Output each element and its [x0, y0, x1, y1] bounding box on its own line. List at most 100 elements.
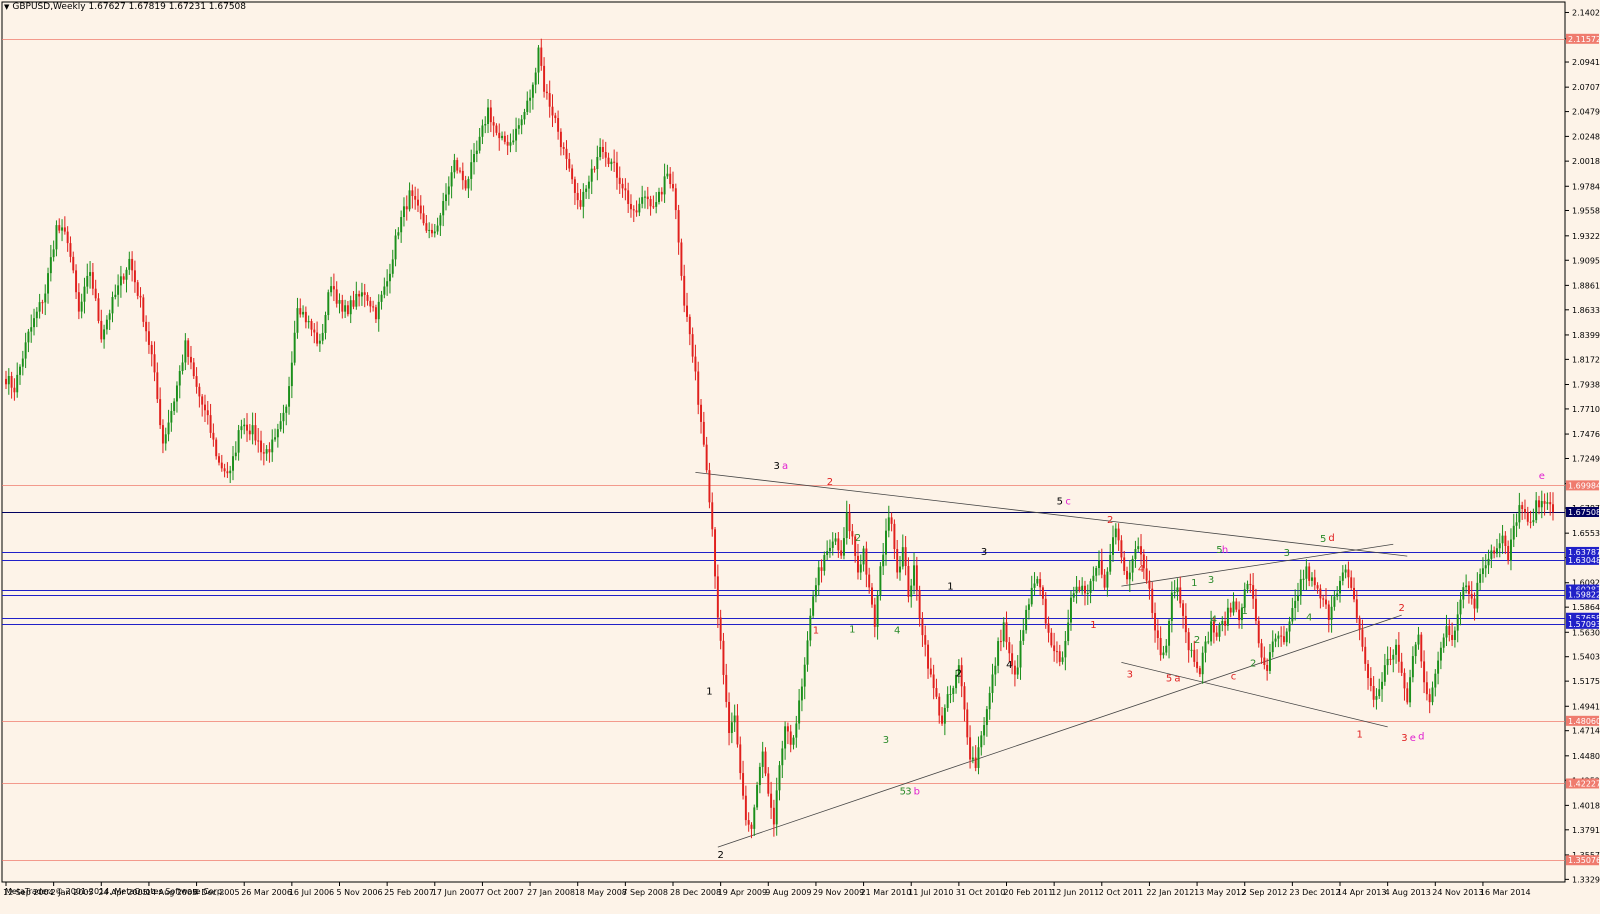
trendline[interactable]: [695, 471, 1408, 557]
candle-body: [1518, 505, 1521, 523]
candle-body: [142, 297, 145, 322]
candle-body: [372, 306, 375, 308]
candle-body: [450, 172, 453, 187]
chart-window[interactable]: ▼ GBPUSD,Weekly 1.67627 1.67819 1.67231 …: [0, 0, 1600, 914]
candle-body: [288, 386, 291, 407]
candle-body: [1355, 599, 1358, 618]
candle-body: [1114, 528, 1117, 538]
candle-body: [876, 595, 879, 627]
candle-body: [618, 177, 621, 184]
wave-label: a: [1174, 674, 1180, 685]
candle-body: [1311, 577, 1313, 581]
candle-body: [730, 722, 733, 734]
wave-label: 2: [717, 850, 723, 861]
candle-body: [313, 329, 316, 333]
candle-body: [775, 790, 778, 825]
wave-label: 4: [1306, 613, 1312, 624]
candle-body: [223, 468, 226, 472]
candle-body: [307, 321, 310, 323]
candle-body: [1123, 557, 1126, 571]
candle-body: [1296, 595, 1299, 601]
candle-body: [1476, 582, 1479, 609]
candle-body: [1490, 550, 1493, 559]
wave-label: 5: [1166, 674, 1172, 685]
candle-body: [1372, 686, 1375, 700]
candle-body: [69, 243, 72, 257]
candle-body: [178, 371, 181, 386]
candle-body: [173, 401, 176, 412]
time-tick-label: 26 Mar 2006: [241, 888, 292, 897]
candle-body: [150, 344, 153, 355]
candle-body: [89, 272, 92, 276]
candle-body: [1112, 537, 1114, 555]
candle-body: [1465, 585, 1468, 588]
price-chart[interactable]: 3 a25 c25 de23 5 h 341 1 311 4 114 422243 5 a c213 1 3 e d…: [0, 0, 1600, 914]
candle-body: [1316, 585, 1319, 589]
candle-body: [700, 404, 703, 422]
candle-body: [1453, 630, 1456, 641]
candle-body: [21, 358, 24, 367]
candle-body: [789, 731, 792, 745]
candle-body: [27, 331, 30, 343]
candle-body: [1294, 600, 1297, 609]
candle-body: [316, 332, 319, 344]
candle-body: [1246, 583, 1249, 590]
time-tick-label: 17 Jun 2007: [432, 888, 480, 897]
candle-body: [321, 332, 324, 341]
candle-body: [246, 424, 248, 431]
candle-body: [35, 311, 38, 319]
dropdown-triangle-icon[interactable]: ▼: [4, 3, 9, 11]
candle-body: [1013, 665, 1016, 675]
candle-body: [117, 285, 120, 295]
candle-body: [7, 375, 10, 385]
candle-body: [1229, 607, 1232, 613]
candle-body: [13, 387, 16, 393]
candle-body: [1151, 588, 1154, 613]
candle-body: [672, 184, 674, 189]
candle-body: [652, 206, 655, 208]
wave-label: 1: [1191, 578, 1197, 589]
candle-body: [1431, 687, 1434, 703]
candle-body: [1467, 585, 1470, 594]
candle-body: [1487, 558, 1490, 566]
candle-body: [453, 160, 456, 173]
level-price-label: 1.42227: [1568, 779, 1600, 788]
candle-body: [938, 696, 941, 716]
candle-body: [983, 725, 986, 736]
candle-body: [1002, 622, 1005, 642]
candle-body: [1218, 624, 1221, 637]
candle-body: [1137, 546, 1140, 550]
trendline[interactable]: [1121, 543, 1394, 587]
candle-body: [509, 142, 512, 146]
candle-body: [386, 281, 389, 287]
candle-body: [568, 158, 571, 169]
candle-body: [1291, 608, 1294, 622]
trendline[interactable]: [1121, 662, 1388, 728]
candle-body: [643, 196, 646, 198]
candle-body: [537, 47, 540, 73]
candle-body: [189, 356, 192, 363]
candle-body: [974, 757, 977, 768]
candle-body: [86, 275, 89, 287]
price-tick-label: 1.58645: [1572, 603, 1600, 612]
candle-body: [910, 585, 913, 597]
candle-body: [1411, 656, 1414, 678]
candle-body: [941, 715, 944, 724]
candle-body: [195, 376, 198, 387]
candle-body: [655, 202, 658, 207]
candle-body: [1350, 577, 1353, 588]
candle-body: [1400, 661, 1403, 673]
candle-body: [470, 162, 473, 179]
candle-body: [929, 668, 932, 675]
candle-body: [1249, 583, 1252, 586]
candle-body: [1381, 681, 1384, 690]
candle-body: [1243, 589, 1246, 608]
candle-body: [722, 640, 725, 675]
candle-body: [1039, 578, 1042, 588]
candle-body: [946, 694, 949, 708]
candle-body: [1148, 580, 1151, 589]
candle-body: [714, 529, 717, 577]
wave-label: 3: [1401, 733, 1407, 744]
candle-body: [842, 538, 845, 556]
candle-body: [147, 331, 150, 345]
